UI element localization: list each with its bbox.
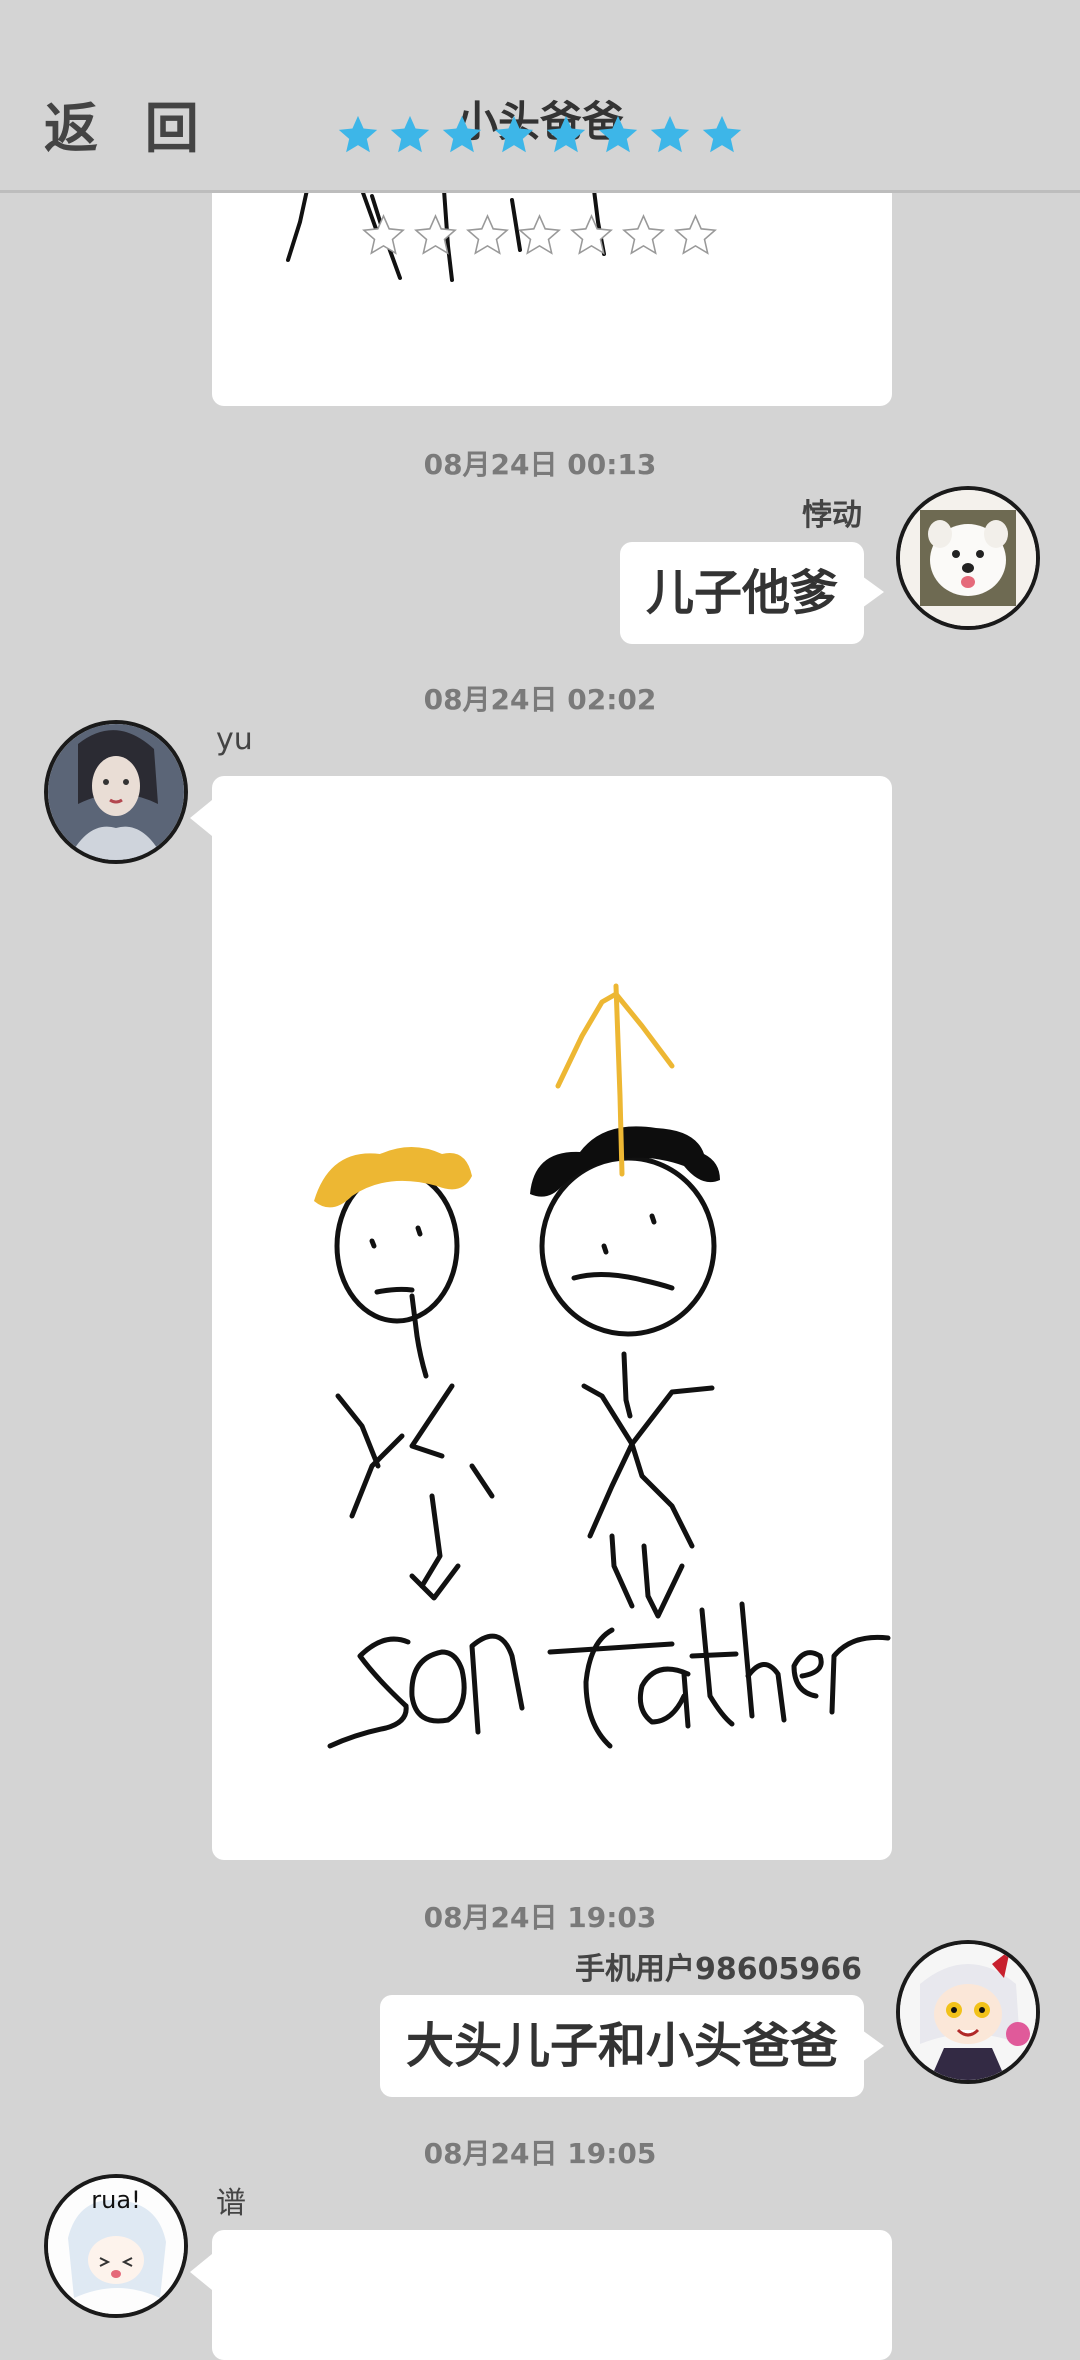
message-bubble[interactable]: 大头儿子和小头爸爸 xyxy=(379,1995,864,2097)
sender-name: 谱 xyxy=(216,2186,246,2221)
timestamp: 08月24日 19:05 xyxy=(423,2137,657,2170)
timestamp: 08月24日 19:03 xyxy=(423,1901,657,1934)
bubble-tail xyxy=(862,2030,884,2062)
dog-avatar[interactable] xyxy=(896,486,1040,630)
anime-avatar[interactable] xyxy=(896,1940,1040,2084)
timestamp: 08月24日 00:13 xyxy=(423,448,657,481)
star-outline-icon xyxy=(414,213,457,255)
star-outline-icon xyxy=(622,213,665,255)
rating-stars-outline xyxy=(360,212,719,259)
star-filled-icon xyxy=(546,115,586,153)
sender-name: 手机用户98605966 xyxy=(575,1952,862,1987)
top-bar: 返 回 小头爸爸 xyxy=(0,0,1080,193)
star-filled-icon xyxy=(702,115,742,153)
star-outline-icon xyxy=(518,213,561,255)
star-filled-icon xyxy=(598,115,638,153)
drawing-card[interactable] xyxy=(212,776,892,1860)
star-outline-icon xyxy=(570,213,613,255)
bubble-tail xyxy=(190,800,212,836)
star-filled-icon xyxy=(338,115,378,153)
star-filled-icon xyxy=(442,115,482,153)
stick-figure-drawing xyxy=(314,983,891,1749)
bubble-tail xyxy=(862,576,884,608)
star-filled-icon xyxy=(650,115,690,153)
star-filled-icon xyxy=(494,115,534,153)
bubble-tail xyxy=(190,2254,212,2290)
star-filled-icon xyxy=(390,115,430,153)
sender-name: yu xyxy=(216,722,253,757)
star-outline-icon xyxy=(362,213,405,255)
chibi-avatar[interactable]: rua! xyxy=(44,2174,188,2318)
rating-stars-filled xyxy=(335,112,745,166)
star-outline-icon xyxy=(466,213,509,255)
timestamp: 08月24日 02:02 xyxy=(423,683,657,716)
avatar-caption: rua! xyxy=(91,2186,141,2214)
sender-name: 悖动 xyxy=(802,498,862,533)
star-outline-icon xyxy=(674,213,717,255)
message-bubble[interactable]: 儿子他爹 xyxy=(619,542,864,644)
drawing-card[interactable] xyxy=(212,2230,892,2360)
girl-avatar[interactable] xyxy=(44,720,188,864)
